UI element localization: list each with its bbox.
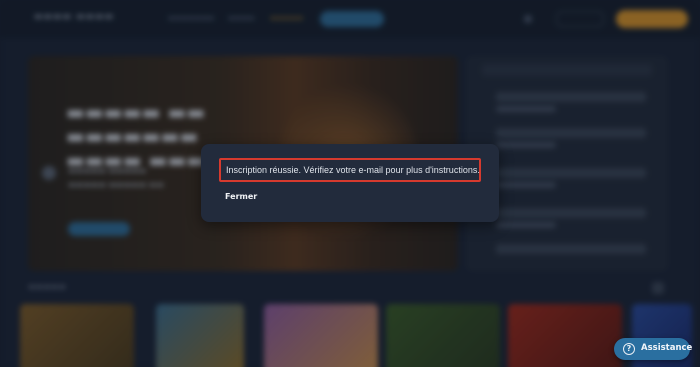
success-message: Inscription réussie. Vérifiez votre e-ma…: [219, 158, 481, 182]
close-button[interactable]: Fermer: [225, 192, 257, 201]
question-icon: ?: [623, 343, 635, 355]
assistance-button[interactable]: ? Assistance: [614, 338, 693, 360]
assistance-label: Assistance: [641, 343, 693, 353]
registration-success-dialog: Inscription réussie. Vérifiez votre e-ma…: [201, 144, 499, 222]
